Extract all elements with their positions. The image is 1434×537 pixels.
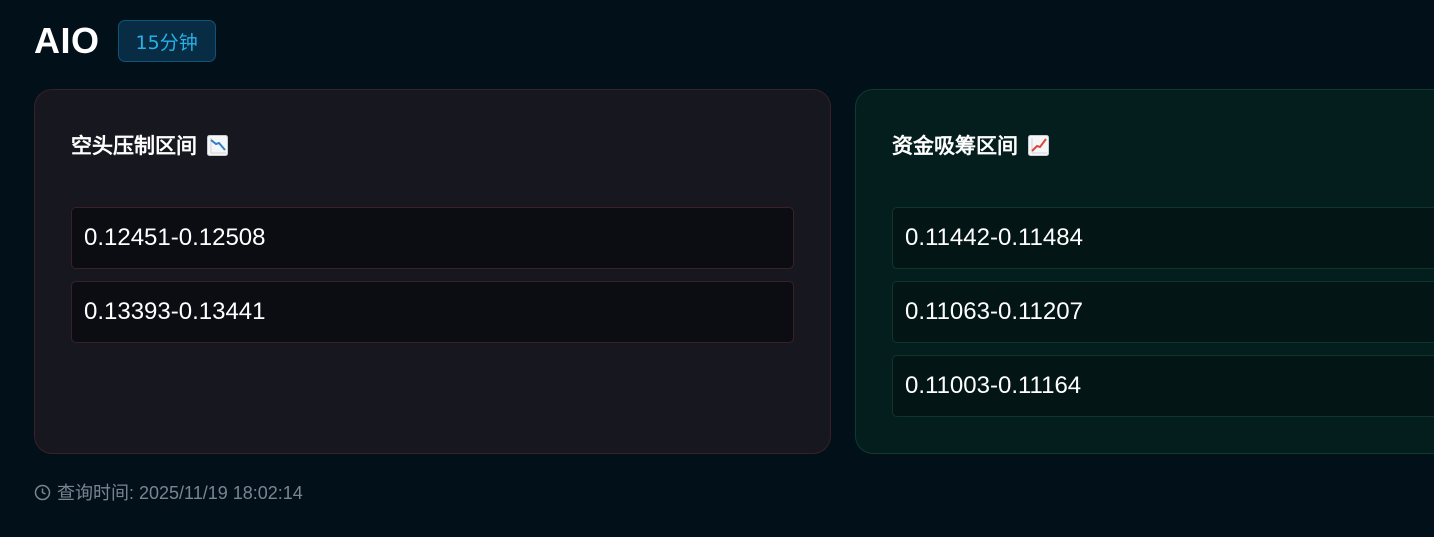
header: AIO 15分钟	[34, 19, 216, 63]
bull-zone-title-text: 资金吸筹区间	[892, 134, 1018, 158]
bear-range-item: 0.12451-0.12508	[71, 207, 794, 269]
query-time-text: 查询时间: 2025/11/19 18:02:14	[57, 483, 303, 503]
bull-range-list: 0.11442-0.11484 0.11063-0.11207 0.11003-…	[892, 207, 1434, 429]
bear-zone-title: 空头压制区间	[71, 130, 228, 160]
chart-decreasing-icon	[207, 134, 228, 156]
symbol-title: AIO	[34, 20, 100, 61]
clock-icon	[34, 484, 51, 500]
bear-zone-card: 空头压制区间 0.12451-0.12508 0.13393-0.13441	[34, 89, 831, 454]
bear-range-item: 0.13393-0.13441	[71, 281, 794, 343]
bull-range-item: 0.11063-0.11207	[892, 281, 1434, 343]
chart-increasing-icon	[1028, 134, 1049, 156]
timeframe-badge[interactable]: 15分钟	[117, 20, 216, 62]
bull-zone-title: 资金吸筹区间	[892, 130, 1049, 160]
bull-range-item: 0.11003-0.11164	[892, 355, 1434, 417]
bull-zone-card: 资金吸筹区间 0.11442-0.11484 0.11063-0.11207 0…	[855, 89, 1434, 454]
bear-zone-title-text: 空头压制区间	[71, 134, 197, 158]
page: AIO 15分钟 空头压制区间 0.12451-0.12508 0.13393-…	[0, 0, 1434, 537]
bear-range-list: 0.12451-0.12508 0.13393-0.13441	[71, 207, 794, 355]
query-time: 查询时间: 2025/11/19 18:02:14	[34, 479, 303, 505]
bull-range-item: 0.11442-0.11484	[892, 207, 1434, 269]
